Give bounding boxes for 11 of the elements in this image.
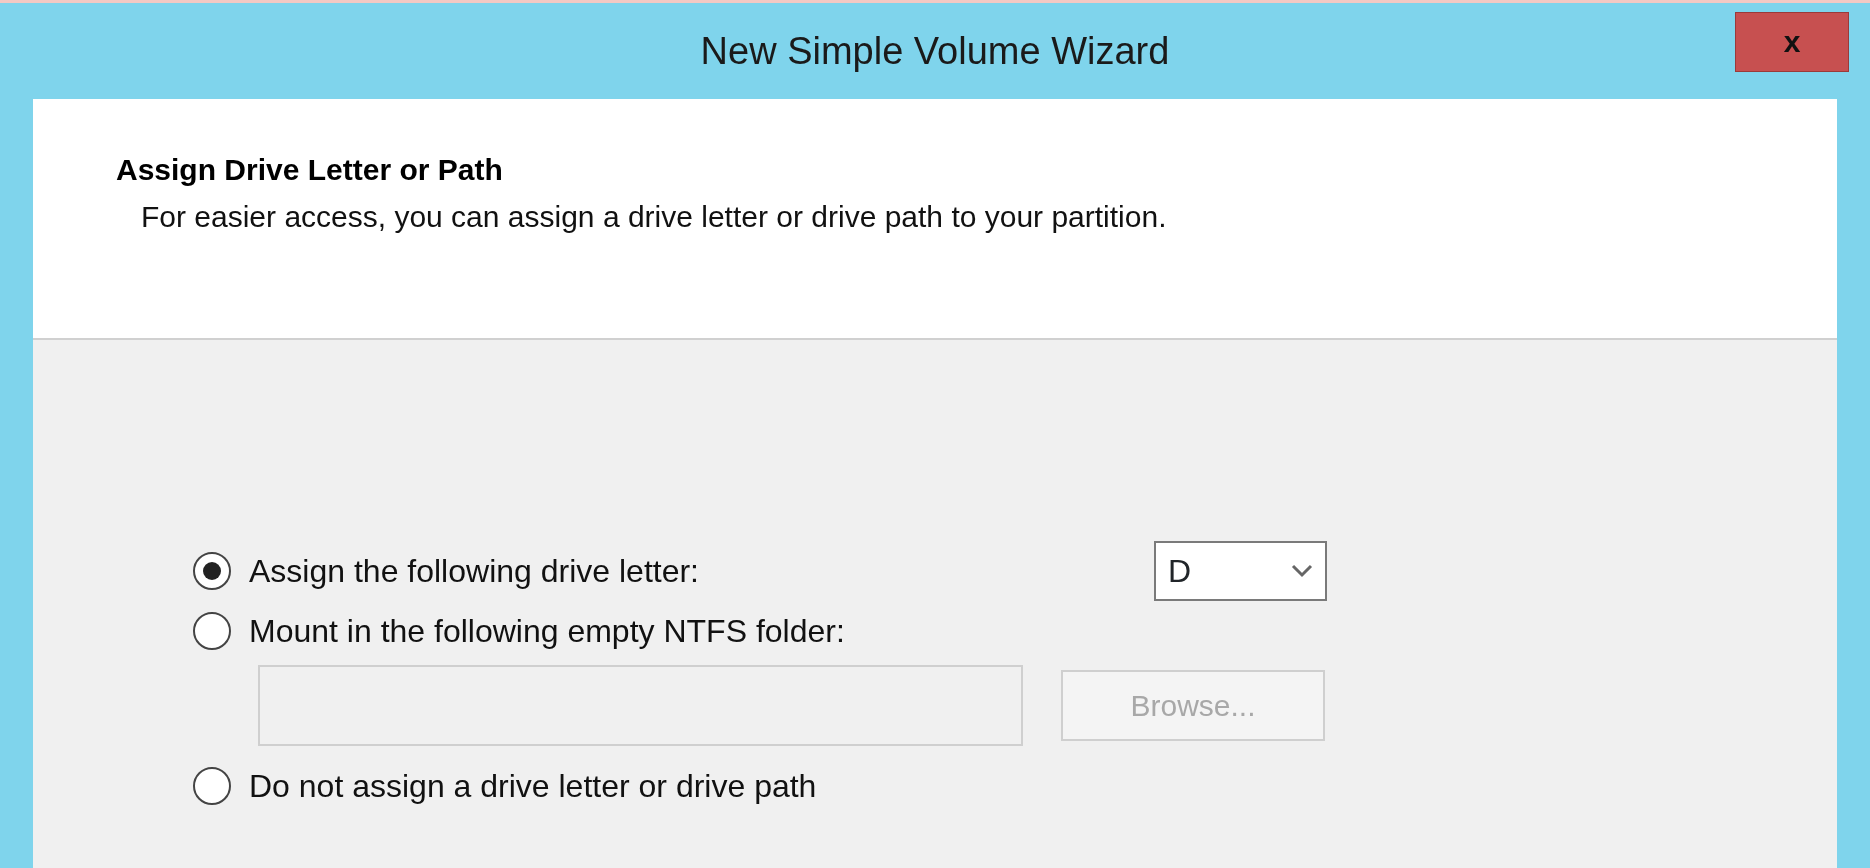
option-label: Assign the following drive letter:	[249, 552, 699, 591]
window-title: New Simple Volume Wizard	[700, 28, 1170, 74]
close-button[interactable]: x	[1735, 12, 1849, 72]
chevron-down-icon	[1291, 564, 1313, 578]
page-description: For easier access, you can assign a drive letter or drive path to your partition.	[141, 199, 1168, 235]
radio-button[interactable]	[193, 767, 231, 805]
drive-letter-dropdown[interactable]: D	[1154, 541, 1327, 601]
page-heading: Assign Drive Letter or Path	[116, 152, 504, 188]
option-label: Do not assign a drive letter or drive path	[249, 767, 817, 806]
option-label: Mount in the following empty NTFS folder:	[249, 612, 845, 651]
radio-button[interactable]	[193, 552, 231, 590]
